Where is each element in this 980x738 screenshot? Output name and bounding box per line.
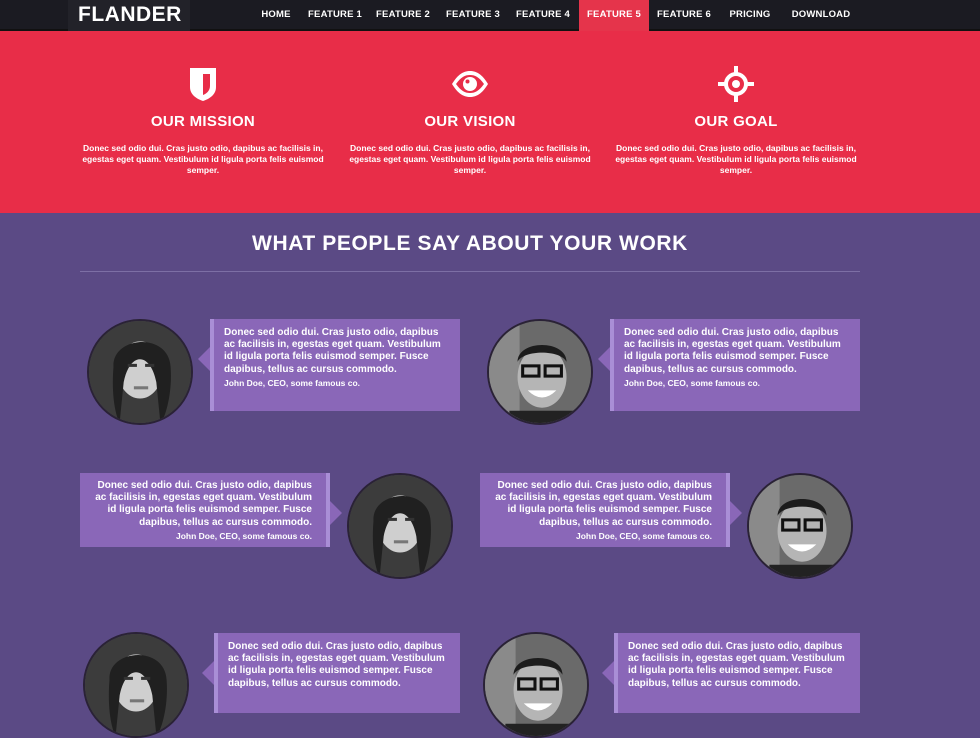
quote-text: Donec sed odio dui. Cras justo odio, dap… <box>95 480 312 528</box>
avatar-woman <box>87 319 193 425</box>
top-navbar: FLANDER HOME FEATURE 1 FEATURE 2 FEATURE… <box>0 0 980 31</box>
quote-author: John Doe, CEO, some famous co. <box>175 530 312 541</box>
avatar-man <box>747 473 853 579</box>
site-logo[interactable]: FLANDER <box>68 0 190 31</box>
crosshair-icon <box>717 65 755 103</box>
quote-author: John Doe, CEO, some famous co. <box>624 377 761 388</box>
quote-author: John Doe, CEO, some famous co. <box>224 377 361 388</box>
testimonial-quote: Donec sed odio dui. Cras justo odio, dap… <box>602 633 860 713</box>
nav-home[interactable]: HOME <box>252 0 300 31</box>
testimonial-quote: Donec sed odio dui. Cras justo odio, dap… <box>480 473 742 547</box>
testimonial-quote: Donec sed odio dui. Cras justo odio, dap… <box>598 319 860 411</box>
nav-download[interactable]: DOWNLOAD <box>785 0 857 31</box>
testimonial-quote: Donec sed odio dui. Cras justo odio, dap… <box>202 633 460 713</box>
nav-pricing[interactable]: PRICING <box>722 0 778 31</box>
quote-text: Donec sed odio dui. Cras justo odio, dap… <box>224 327 441 375</box>
nav-feature-4[interactable]: FEATURE 4 <box>510 0 576 31</box>
feature-text: Donec sed odio dui. Cras justo odio, dap… <box>349 143 591 175</box>
avatar-woman <box>347 473 453 579</box>
feature-title: OUR MISSION <box>150 113 256 130</box>
nav-feature-2[interactable]: FEATURE 2 <box>370 0 436 31</box>
nav-feature-5[interactable]: FEATURE 5 <box>579 0 649 31</box>
features-section: OUR MISSION Donec sed odio dui. Cras jus… <box>0 31 980 213</box>
quote-text: Donec sed odio dui. Cras justo odio, dap… <box>624 327 841 375</box>
avatar-man <box>483 632 589 738</box>
feature-title: OUR VISION <box>424 113 516 130</box>
feature-title: OUR GOAL <box>694 113 778 130</box>
testimonial-quote: Donec sed odio dui. Cras justo odio, dap… <box>198 319 460 411</box>
testimonial-quote: Donec sed odio dui. Cras justo odio, dap… <box>80 473 342 547</box>
quote-text: Donec sed odio dui. Cras justo odio, dap… <box>495 480 712 528</box>
quote-text: Donec sed odio dui. Cras justo odio, dap… <box>628 641 845 689</box>
feature-text: Donec sed odio dui. Cras justo odio, dap… <box>615 143 857 175</box>
quote-author: John Doe, CEO, some famous co. <box>575 530 712 541</box>
avatar-man <box>487 319 593 425</box>
eye-icon <box>451 65 489 103</box>
title-divider <box>80 271 860 272</box>
feature-text: Donec sed odio dui. Cras justo odio, dap… <box>82 143 324 175</box>
nav-feature-1[interactable]: FEATURE 1 <box>304 0 366 31</box>
testimonials-title: WHAT PEOPLE SAY ABOUT YOUR WORK <box>252 232 688 255</box>
nav-feature-3[interactable]: FEATURE 3 <box>440 0 506 31</box>
nav-feature-6[interactable]: FEATURE 6 <box>651 0 717 31</box>
avatar-woman <box>83 632 189 738</box>
shield-icon <box>184 65 222 103</box>
quote-text: Donec sed odio dui. Cras justo odio, dap… <box>228 641 445 689</box>
